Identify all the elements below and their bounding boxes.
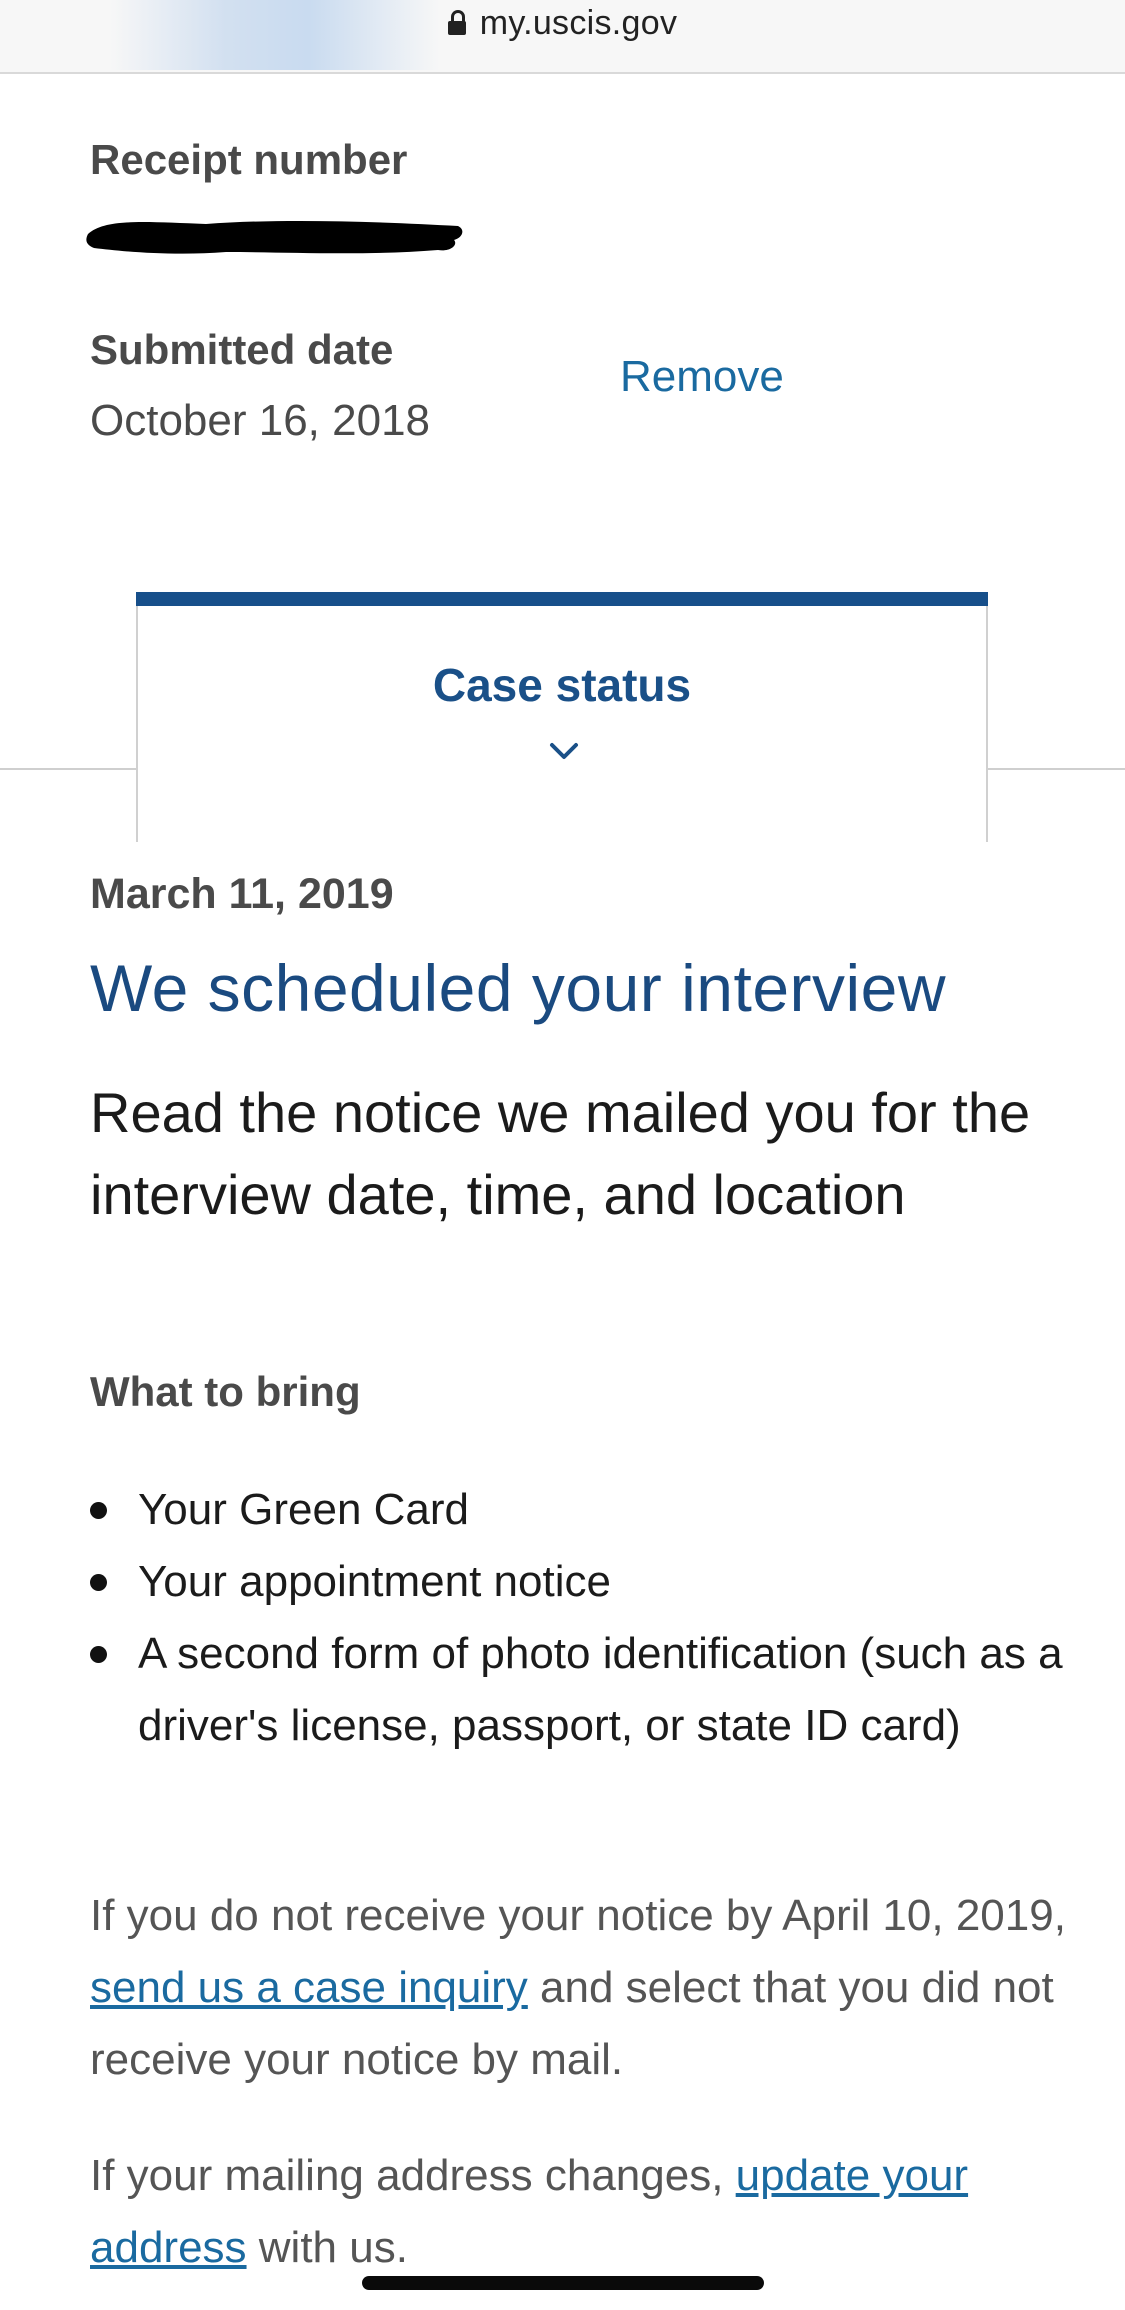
list-item: Your appointment notice [90,1546,1080,1618]
what-to-bring-heading: What to bring [90,1368,361,1415]
list-item: A second form of photo identification (s… [90,1618,1080,1762]
bullet-icon [90,1646,107,1663]
redacted-receipt-number [86,220,463,254]
address-text-before: If your mailing address changes, [90,2151,736,2200]
status-lead-text: Read the notice we mailed you for the in… [90,1081,1031,1226]
url-display[interactable]: my.uscis.gov [0,4,1125,43]
address-text-after: with us. [246,2223,408,2272]
list-item-text: Your appointment notice [138,1557,611,1606]
inquiry-text-before: If you do not receive your notice by Apr… [90,1891,1066,1940]
list-item-text: Your Green Card [138,1485,470,1534]
submitted-date-label: Submitted date [90,326,394,373]
case-inquiry-paragraph: If you do not receive your notice by Apr… [90,1880,1080,2096]
tab-active-indicator [136,592,988,606]
status-headline: We scheduled your interview [90,951,947,1025]
status-date: March 11, 2019 [90,870,394,918]
remove-link[interactable]: Remove [620,352,784,402]
case-inquiry-link[interactable]: send us a case inquiry [90,1963,528,2012]
submitted-date-value: October 16, 2018 [90,396,431,445]
tab-case-status[interactable]: Case status [136,592,988,842]
divider-right [988,768,1125,770]
home-indicator[interactable] [362,2276,764,2290]
receipt-number-label: Receipt number [90,136,408,183]
bullet-icon [90,1574,107,1591]
list-item: Your Green Card [90,1474,1080,1546]
lock-icon [447,10,466,36]
address-change-paragraph: If your mailing address changes, update … [90,2140,1080,2284]
browser-url-bar[interactable]: my.uscis.gov [0,0,1125,74]
divider-left [0,768,138,770]
what-to-bring-list: Your Green Card Your appointment notice … [90,1474,1080,1762]
chevron-down-icon [550,743,578,759]
tab-case-status-label: Case status [432,659,692,711]
list-item-text: A second form of photo identification (s… [138,1629,1063,1750]
url-text: my.uscis.gov [479,4,678,42]
bullet-icon [90,1502,107,1519]
